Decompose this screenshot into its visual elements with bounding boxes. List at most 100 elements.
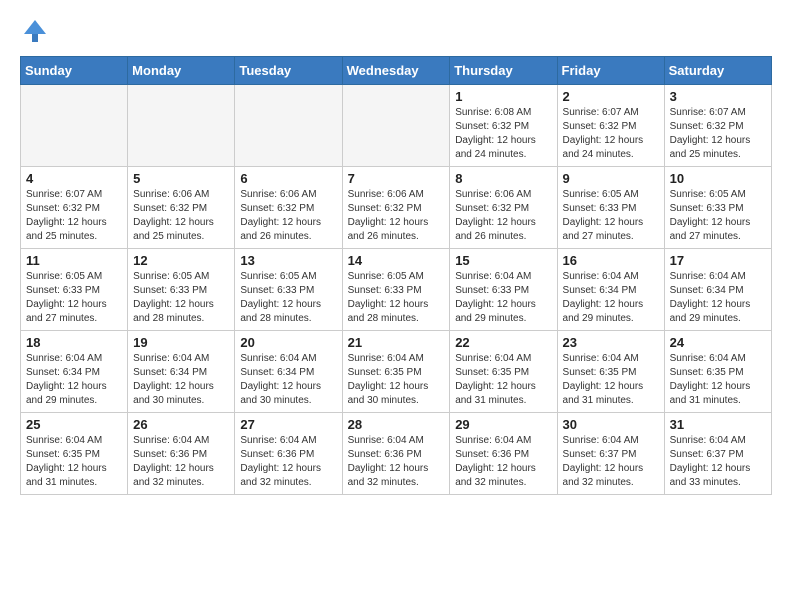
weekday-header-monday: Monday [128,57,235,85]
day-number: 30 [563,417,659,432]
day-number: 15 [455,253,551,268]
calendar-cell: 20Sunrise: 6:04 AM Sunset: 6:34 PM Dayli… [235,331,342,413]
day-info: Sunrise: 6:04 AM Sunset: 6:37 PM Dayligh… [563,434,659,490]
week-row-3: 11 Sunrise: 6:05 AM Sunset: 6:33 PM Dayli… [21,249,772,331]
calendar-cell: 1Sunrise: 6:08 AM Sunset: 6:32 PM Daylig… [450,85,557,167]
weekday-header-saturday: Saturday [664,57,771,85]
day-info: Sunrise: 6:04 AM Sunset: 6:34 PM Dayligh… [26,352,122,408]
day-info: Sunrise: 6:05 AM Sunset: 6:33 PM Dayligh… [133,270,229,326]
day-info: Sunrise: 6:04 AM Sunset: 6:36 PM Dayligh… [455,434,551,490]
day-number: 17 [670,253,766,268]
day-info: Sunrise: 6:04 AM Sunset: 6:35 PM Dayligh… [455,352,551,408]
calendar-cell: 31 Sunrise: 6:04 AM Sunset: 6:37 PM Dayli… [664,413,771,495]
day-number: 24 [670,335,766,350]
calendar-cell: 23 Sunrise: 6:04 AM Sunset: 6:35 PM Dayli… [557,331,664,413]
day-number: 11 [26,253,122,268]
day-info: Sunrise: 6:04 AM Sunset: 6:35 PM Dayligh… [26,434,122,490]
week-row-2: 4 Sunrise: 6:07 AM Sunset: 6:32 PM Daylig… [21,167,772,249]
calendar-cell: 26 Sunrise: 6:04 AM Sunset: 6:36 PM Dayli… [128,413,235,495]
day-number: 28 [348,417,445,432]
day-info: Sunrise: 6:04 AM Sunset: 6:35 PM Dayligh… [348,352,445,408]
day-number: 13 [240,253,336,268]
day-info: Sunrise: 6:04 AM Sunset: 6:37 PM Dayligh… [670,434,766,490]
day-info: Sunrise: 6:04 AM Sunset: 6:34 PM Dayligh… [670,270,766,326]
calendar-cell: 27Sunrise: 6:04 AM Sunset: 6:36 PM Dayli… [235,413,342,495]
logo [20,16,54,46]
calendar-cell: 19 Sunrise: 6:04 AM Sunset: 6:34 PM Dayli… [128,331,235,413]
day-number: 25 [26,417,122,432]
day-number: 10 [670,171,766,186]
calendar-cell: 25 Sunrise: 6:04 AM Sunset: 6:35 PM Dayli… [21,413,128,495]
day-number: 31 [670,417,766,432]
day-info: Sunrise: 6:07 AM Sunset: 6:32 PM Dayligh… [26,188,122,244]
calendar-cell: 8 Sunrise: 6:06 AM Sunset: 6:32 PM Daylig… [450,167,557,249]
day-number: 3 [670,89,766,104]
day-number: 5 [133,171,229,186]
calendar-cell: 9 Sunrise: 6:05 AM Sunset: 6:33 PM Daylig… [557,167,664,249]
weekday-header-sunday: Sunday [21,57,128,85]
calendar-cell: 5 Sunrise: 6:06 AM Sunset: 6:32 PM Daylig… [128,167,235,249]
day-info: Sunrise: 6:05 AM Sunset: 6:33 PM Dayligh… [26,270,122,326]
week-row-5: 25 Sunrise: 6:04 AM Sunset: 6:35 PM Dayli… [21,413,772,495]
day-number: 19 [133,335,229,350]
day-info: Sunrise: 6:07 AM Sunset: 6:32 PM Dayligh… [563,106,659,162]
calendar-cell: 24 Sunrise: 6:04 AM Sunset: 6:35 PM Dayli… [664,331,771,413]
calendar-cell: 10 Sunrise: 6:05 AM Sunset: 6:33 PM Dayli… [664,167,771,249]
calendar-cell: 18 Sunrise: 6:04 AM Sunset: 6:34 PM Dayli… [21,331,128,413]
day-number: 16 [563,253,659,268]
day-number: 18 [26,335,122,350]
calendar-cell: 11 Sunrise: 6:05 AM Sunset: 6:33 PM Dayli… [21,249,128,331]
day-number: 7 [348,171,445,186]
header [20,16,772,46]
day-number: 22 [455,335,551,350]
day-number: 29 [455,417,551,432]
weekday-header-tuesday: Tuesday [235,57,342,85]
calendar-cell: 15Sunrise: 6:04 AM Sunset: 6:33 PM Dayli… [450,249,557,331]
calendar-cell: 2 Sunrise: 6:07 AM Sunset: 6:32 PM Daylig… [557,85,664,167]
calendar-cell [128,85,235,167]
calendar-cell: 4 Sunrise: 6:07 AM Sunset: 6:32 PM Daylig… [21,167,128,249]
day-number: 1 [455,89,551,104]
day-info: Sunrise: 6:06 AM Sunset: 6:32 PM Dayligh… [133,188,229,244]
day-info: Sunrise: 6:04 AM Sunset: 6:35 PM Dayligh… [563,352,659,408]
day-number: 27 [240,417,336,432]
day-info: Sunrise: 6:06 AM Sunset: 6:32 PM Dayligh… [348,188,445,244]
week-row-4: 18 Sunrise: 6:04 AM Sunset: 6:34 PM Dayli… [21,331,772,413]
day-info: Sunrise: 6:05 AM Sunset: 6:33 PM Dayligh… [348,270,445,326]
day-info: Sunrise: 6:04 AM Sunset: 6:34 PM Dayligh… [133,352,229,408]
day-number: 23 [563,335,659,350]
weekday-header-row: SundayMondayTuesdayWednesdayThursdayFrid… [21,57,772,85]
day-number: 21 [348,335,445,350]
day-number: 2 [563,89,659,104]
day-info: Sunrise: 6:04 AM Sunset: 6:35 PM Dayligh… [670,352,766,408]
calendar-cell: 16 Sunrise: 6:04 AM Sunset: 6:34 PM Dayli… [557,249,664,331]
calendar-cell: 12 Sunrise: 6:05 AM Sunset: 6:33 PM Dayli… [128,249,235,331]
calendar-table: SundayMondayTuesdayWednesdayThursdayFrid… [20,56,772,495]
weekday-header-wednesday: Wednesday [342,57,450,85]
day-info: Sunrise: 6:05 AM Sunset: 6:33 PM Dayligh… [670,188,766,244]
calendar-cell: 30 Sunrise: 6:04 AM Sunset: 6:37 PM Dayli… [557,413,664,495]
calendar-cell: 29 Sunrise: 6:04 AM Sunset: 6:36 PM Dayli… [450,413,557,495]
day-number: 12 [133,253,229,268]
day-number: 20 [240,335,336,350]
day-info: Sunrise: 6:04 AM Sunset: 6:34 PM Dayligh… [563,270,659,326]
weekday-header-thursday: Thursday [450,57,557,85]
calendar-cell: 13Sunrise: 6:05 AM Sunset: 6:33 PM Dayli… [235,249,342,331]
day-number: 9 [563,171,659,186]
day-number: 26 [133,417,229,432]
day-number: 8 [455,171,551,186]
calendar-cell: 14Sunrise: 6:05 AM Sunset: 6:33 PM Dayli… [342,249,450,331]
day-info: Sunrise: 6:06 AM Sunset: 6:32 PM Dayligh… [455,188,551,244]
week-row-1: 1Sunrise: 6:08 AM Sunset: 6:32 PM Daylig… [21,85,772,167]
calendar-cell [342,85,450,167]
calendar-cell: 21 Sunrise: 6:04 AM Sunset: 6:35 PM Dayli… [342,331,450,413]
day-info: Sunrise: 6:04 AM Sunset: 6:36 PM Dayligh… [133,434,229,490]
calendar-cell: 6Sunrise: 6:06 AM Sunset: 6:32 PM Daylig… [235,167,342,249]
day-info: Sunrise: 6:05 AM Sunset: 6:33 PM Dayligh… [563,188,659,244]
day-info: Sunrise: 6:07 AM Sunset: 6:32 PM Dayligh… [670,106,766,162]
day-number: 4 [26,171,122,186]
logo-icon [20,16,50,46]
day-info: Sunrise: 6:06 AM Sunset: 6:32 PM Dayligh… [240,188,336,244]
day-info: Sunrise: 6:04 AM Sunset: 6:36 PM Dayligh… [348,434,445,490]
calendar-cell [21,85,128,167]
